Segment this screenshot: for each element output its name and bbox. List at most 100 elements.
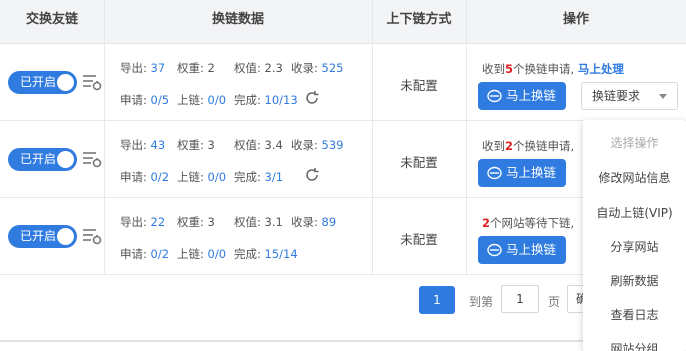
menu-item-view-log[interactable]: 查看日志 xyxy=(583,298,686,332)
chain-link-icon xyxy=(487,89,502,103)
export-value[interactable]: 37 xyxy=(151,61,166,75)
msg-text: 收到 xyxy=(482,139,505,153)
weight-value-label: 权值: xyxy=(234,215,261,229)
menu-item-select-action: 选择操作 xyxy=(610,136,659,150)
exchange-toggle[interactable]: 已开启 xyxy=(8,148,77,171)
apply-value[interactable]: 0/2 xyxy=(151,170,170,184)
indexed-label: 收录: xyxy=(291,138,318,152)
chain-link-icon xyxy=(487,166,502,180)
toggle-knob xyxy=(57,74,74,91)
apply-label: 申请: xyxy=(120,170,147,184)
swap-link-button[interactable]: 马上换链 xyxy=(478,159,566,187)
page-input[interactable]: 1 xyxy=(501,285,539,313)
menu-item-edit-site[interactable]: 修改网站信息 xyxy=(583,161,686,195)
chevron-down-icon xyxy=(659,94,667,99)
weight-label: 权重: xyxy=(177,138,204,152)
header-method: 上下链方式 xyxy=(386,12,452,27)
menu-item-share-site[interactable]: 分享网站 xyxy=(583,230,686,264)
header-exchange: 交换友链 xyxy=(25,12,78,27)
apply-label: 申请: xyxy=(120,93,147,107)
msg-text: 个换链申请, xyxy=(513,62,575,76)
indexed-value[interactable]: 525 xyxy=(322,61,344,75)
toggle-label: 已开启 xyxy=(20,75,57,89)
page-label: 页 xyxy=(548,295,561,309)
link-method-value: 未配置 xyxy=(400,78,438,93)
toggle-label: 已开启 xyxy=(20,229,57,243)
uplink-value[interactable]: 0/0 xyxy=(208,247,227,261)
uplink-label: 上链: xyxy=(177,170,204,184)
done-label: 完成: xyxy=(234,170,261,184)
menu-item-auto-uplink[interactable]: 自动上链(VIP) xyxy=(583,196,686,230)
weight-value: 3 xyxy=(207,215,215,229)
uplink-value[interactable]: 0/0 xyxy=(208,170,227,184)
link-method-value: 未配置 xyxy=(400,232,438,247)
done-value[interactable]: 15/14 xyxy=(265,247,298,261)
apply-value[interactable]: 0/5 xyxy=(151,93,170,107)
swap-button-label: 马上换链 xyxy=(506,165,557,180)
table-header: 交换友链 换链数据 上下链方式 操作 xyxy=(0,0,686,44)
toggle-knob xyxy=(57,151,74,168)
chain-link-icon xyxy=(487,243,502,257)
link-requirement-select[interactable]: 换链要求 xyxy=(581,82,678,110)
weight-value: 2 xyxy=(207,61,215,75)
list-settings-icon[interactable] xyxy=(82,149,102,169)
uplink-label: 上链: xyxy=(177,247,204,261)
done-value[interactable]: 3/1 xyxy=(265,170,284,184)
weight-label: 权重: xyxy=(177,61,204,75)
done-value[interactable]: 10/13 xyxy=(265,93,298,107)
list-settings-icon[interactable] xyxy=(82,72,102,92)
menu-item-refresh-data[interactable]: 刷新数据 xyxy=(583,264,686,298)
weight-value-number: 3.4 xyxy=(264,138,283,152)
indexed-label: 收录: xyxy=(291,61,318,75)
list-settings-icon[interactable] xyxy=(82,226,102,246)
export-label: 导出: xyxy=(120,215,147,229)
swap-link-button[interactable]: 马上换链 xyxy=(478,236,566,264)
action-message: 收到2个换链申请, xyxy=(482,138,574,154)
link-method-value: 未配置 xyxy=(400,155,438,170)
refresh-icon[interactable] xyxy=(304,90,320,106)
menu-item-site-group[interactable]: 网站分组 xyxy=(583,332,686,351)
swap-link-button[interactable]: 马上换链 xyxy=(478,82,566,110)
weight-value-label: 权值: xyxy=(234,61,261,75)
apply-label: 申请: xyxy=(120,247,147,261)
toggle-label: 已开启 xyxy=(20,152,57,166)
export-label: 导出: xyxy=(120,61,147,75)
apply-value[interactable]: 0/2 xyxy=(151,247,170,261)
weight-value-number: 2.3 xyxy=(264,61,283,75)
uplink-label: 上链: xyxy=(177,93,204,107)
indexed-label: 收录: xyxy=(291,215,318,229)
msg-count: 2 xyxy=(482,216,491,230)
msg-text: 个网站等待下链, xyxy=(490,216,575,230)
swap-button-label: 马上换链 xyxy=(506,88,557,103)
export-value[interactable]: 22 xyxy=(151,215,166,229)
exchange-toggle[interactable]: 已开启 xyxy=(8,71,77,94)
select-value: 换链要求 xyxy=(592,89,641,103)
weight-value-label: 权值: xyxy=(234,138,261,152)
exchange-toggle[interactable]: 已开启 xyxy=(8,225,77,248)
indexed-value[interactable]: 539 xyxy=(322,138,344,152)
refresh-icon[interactable] xyxy=(304,167,320,183)
handle-now-link[interactable]: 马上处理 xyxy=(578,62,624,76)
header-action: 操作 xyxy=(562,12,589,27)
done-label: 完成: xyxy=(234,93,261,107)
uplink-value[interactable]: 0/0 xyxy=(208,93,227,107)
msg-text: 个换链申请, xyxy=(513,139,575,153)
weight-label: 权重: xyxy=(177,215,204,229)
weight-value: 3 xyxy=(207,138,215,152)
action-dropdown-menu: 选择操作 修改网站信息 自动上链(VIP) 分享网站 刷新数据 查看日志 网站分… xyxy=(583,120,686,351)
msg-text: 收到 xyxy=(482,62,505,76)
export-label: 导出: xyxy=(120,138,147,152)
msg-count: 5 xyxy=(505,62,514,76)
indexed-value[interactable]: 89 xyxy=(322,215,337,229)
done-label: 完成: xyxy=(234,247,261,261)
toggle-knob xyxy=(57,228,74,245)
swap-button-label: 马上换链 xyxy=(506,242,557,257)
msg-count: 2 xyxy=(505,139,514,153)
export-value[interactable]: 43 xyxy=(151,138,166,152)
action-message: 收到5个换链申请, 马上处理 xyxy=(482,61,624,77)
header-data: 换链数据 xyxy=(211,12,264,27)
weight-value-number: 3.1 xyxy=(264,215,283,229)
action-message: 2个网站等待下链, xyxy=(482,215,574,231)
goto-label: 到第 xyxy=(469,295,494,309)
page-current[interactable]: 1 xyxy=(419,286,455,314)
